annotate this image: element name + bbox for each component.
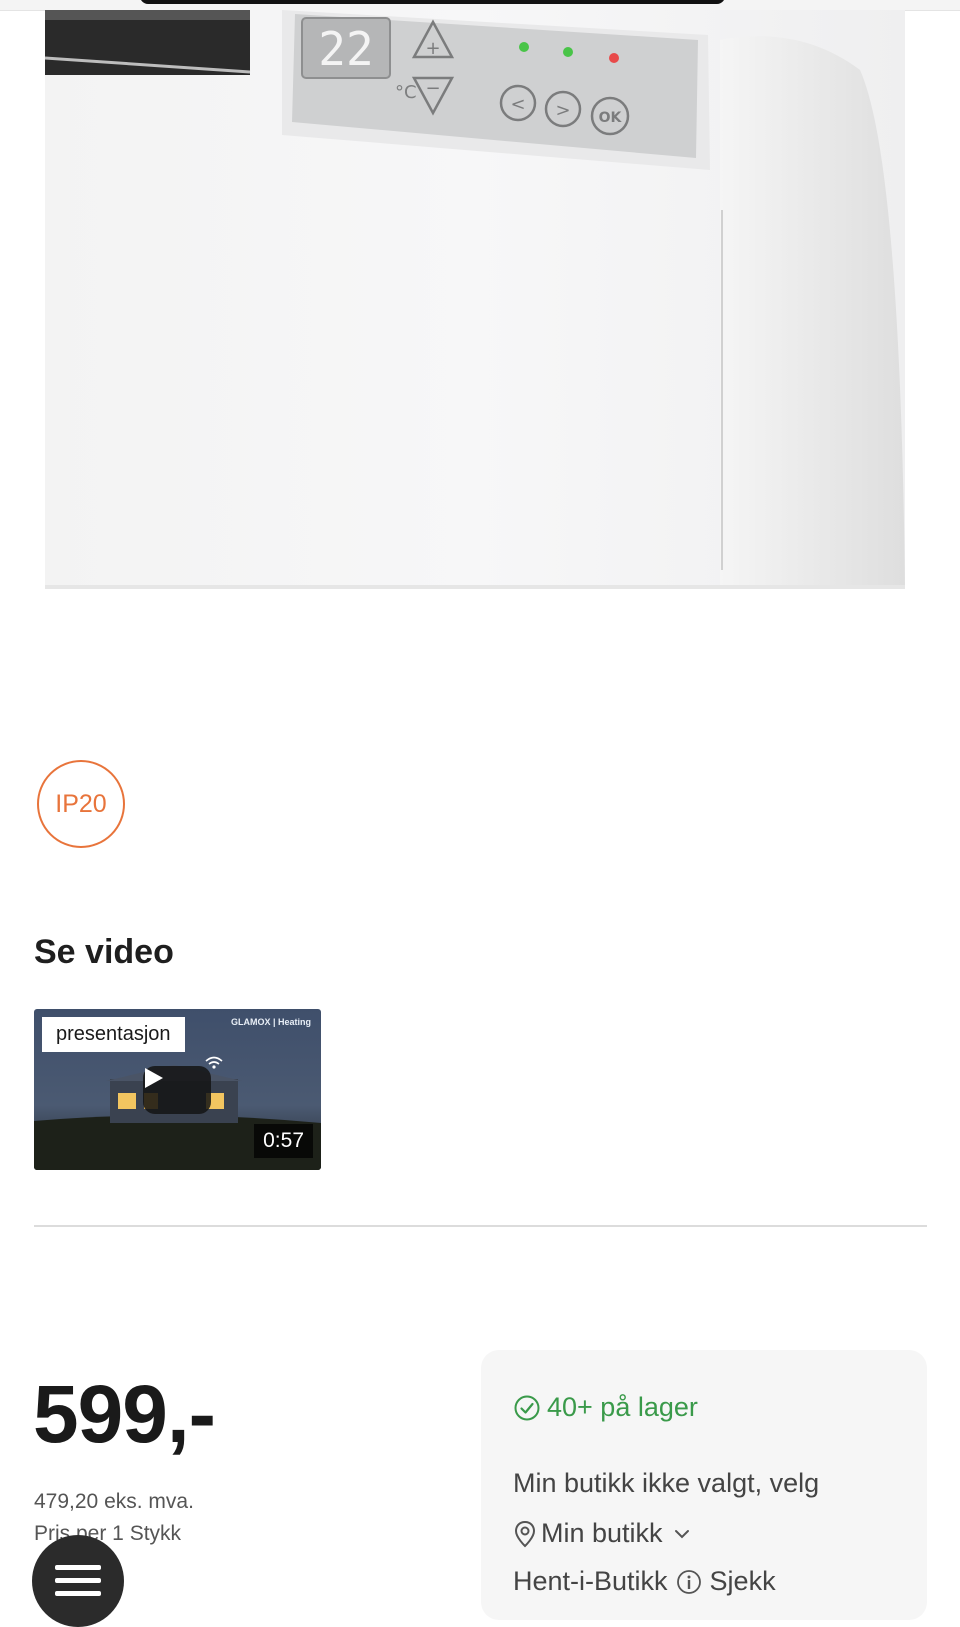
ip-rating-badge: IP20	[37, 760, 125, 848]
ip-rating-label: IP20	[55, 789, 107, 818]
info-icon[interactable]	[676, 1569, 702, 1595]
stock-status-label: 40+ på lager	[547, 1392, 698, 1422]
video-thumbnail[interactable]: GLAMOX | Heating presentasjon 0:57	[34, 1009, 321, 1170]
chevron-down-icon	[674, 1529, 689, 1538]
video-brand-tag: GLAMOX | Heating	[230, 1017, 311, 1027]
svg-text:<: <	[510, 94, 525, 115]
video-section-heading: Se video	[34, 933, 174, 971]
pickup-check-link[interactable]: Sjekk	[710, 1566, 776, 1597]
price-ex-vat: 479,20 eks. mva.	[34, 1490, 194, 1513]
section-divider	[34, 1225, 927, 1227]
check-circle-icon	[514, 1395, 540, 1420]
product-price: 599,-	[33, 1369, 216, 1460]
video-duration: 0:57	[254, 1124, 313, 1158]
stock-card: 40+ på lager Min butikk ikke valgt, velg…	[481, 1350, 927, 1620]
ok-button-label: OK	[599, 110, 623, 126]
play-icon	[145, 1068, 163, 1088]
video-label: presentasjon	[42, 1017, 185, 1052]
product-image[interactable]: 22 °C + − < > OK	[0, 10, 960, 630]
menu-button[interactable]	[32, 1535, 124, 1627]
play-button[interactable]	[143, 1066, 211, 1114]
svg-text:°C: °C	[395, 82, 417, 103]
pickup-row: Hent-i-Butikk Sjekk	[513, 1566, 776, 1597]
display-temperature: 22	[318, 22, 373, 76]
store-select-button[interactable]: Min butikk	[513, 1518, 695, 1549]
svg-text:+: +	[425, 38, 440, 59]
pickup-label: Hent-i-Butikk	[513, 1566, 668, 1596]
store-select-label: Min butikk	[541, 1518, 663, 1548]
svg-text:−: −	[425, 78, 440, 99]
svg-text:>: >	[555, 100, 570, 121]
stock-status: 40+ på lager	[513, 1392, 698, 1423]
location-pin-icon	[514, 1520, 536, 1547]
store-not-selected-text: Min butikk ikke valgt, velg	[513, 1468, 820, 1498]
device-notch	[140, 0, 725, 4]
